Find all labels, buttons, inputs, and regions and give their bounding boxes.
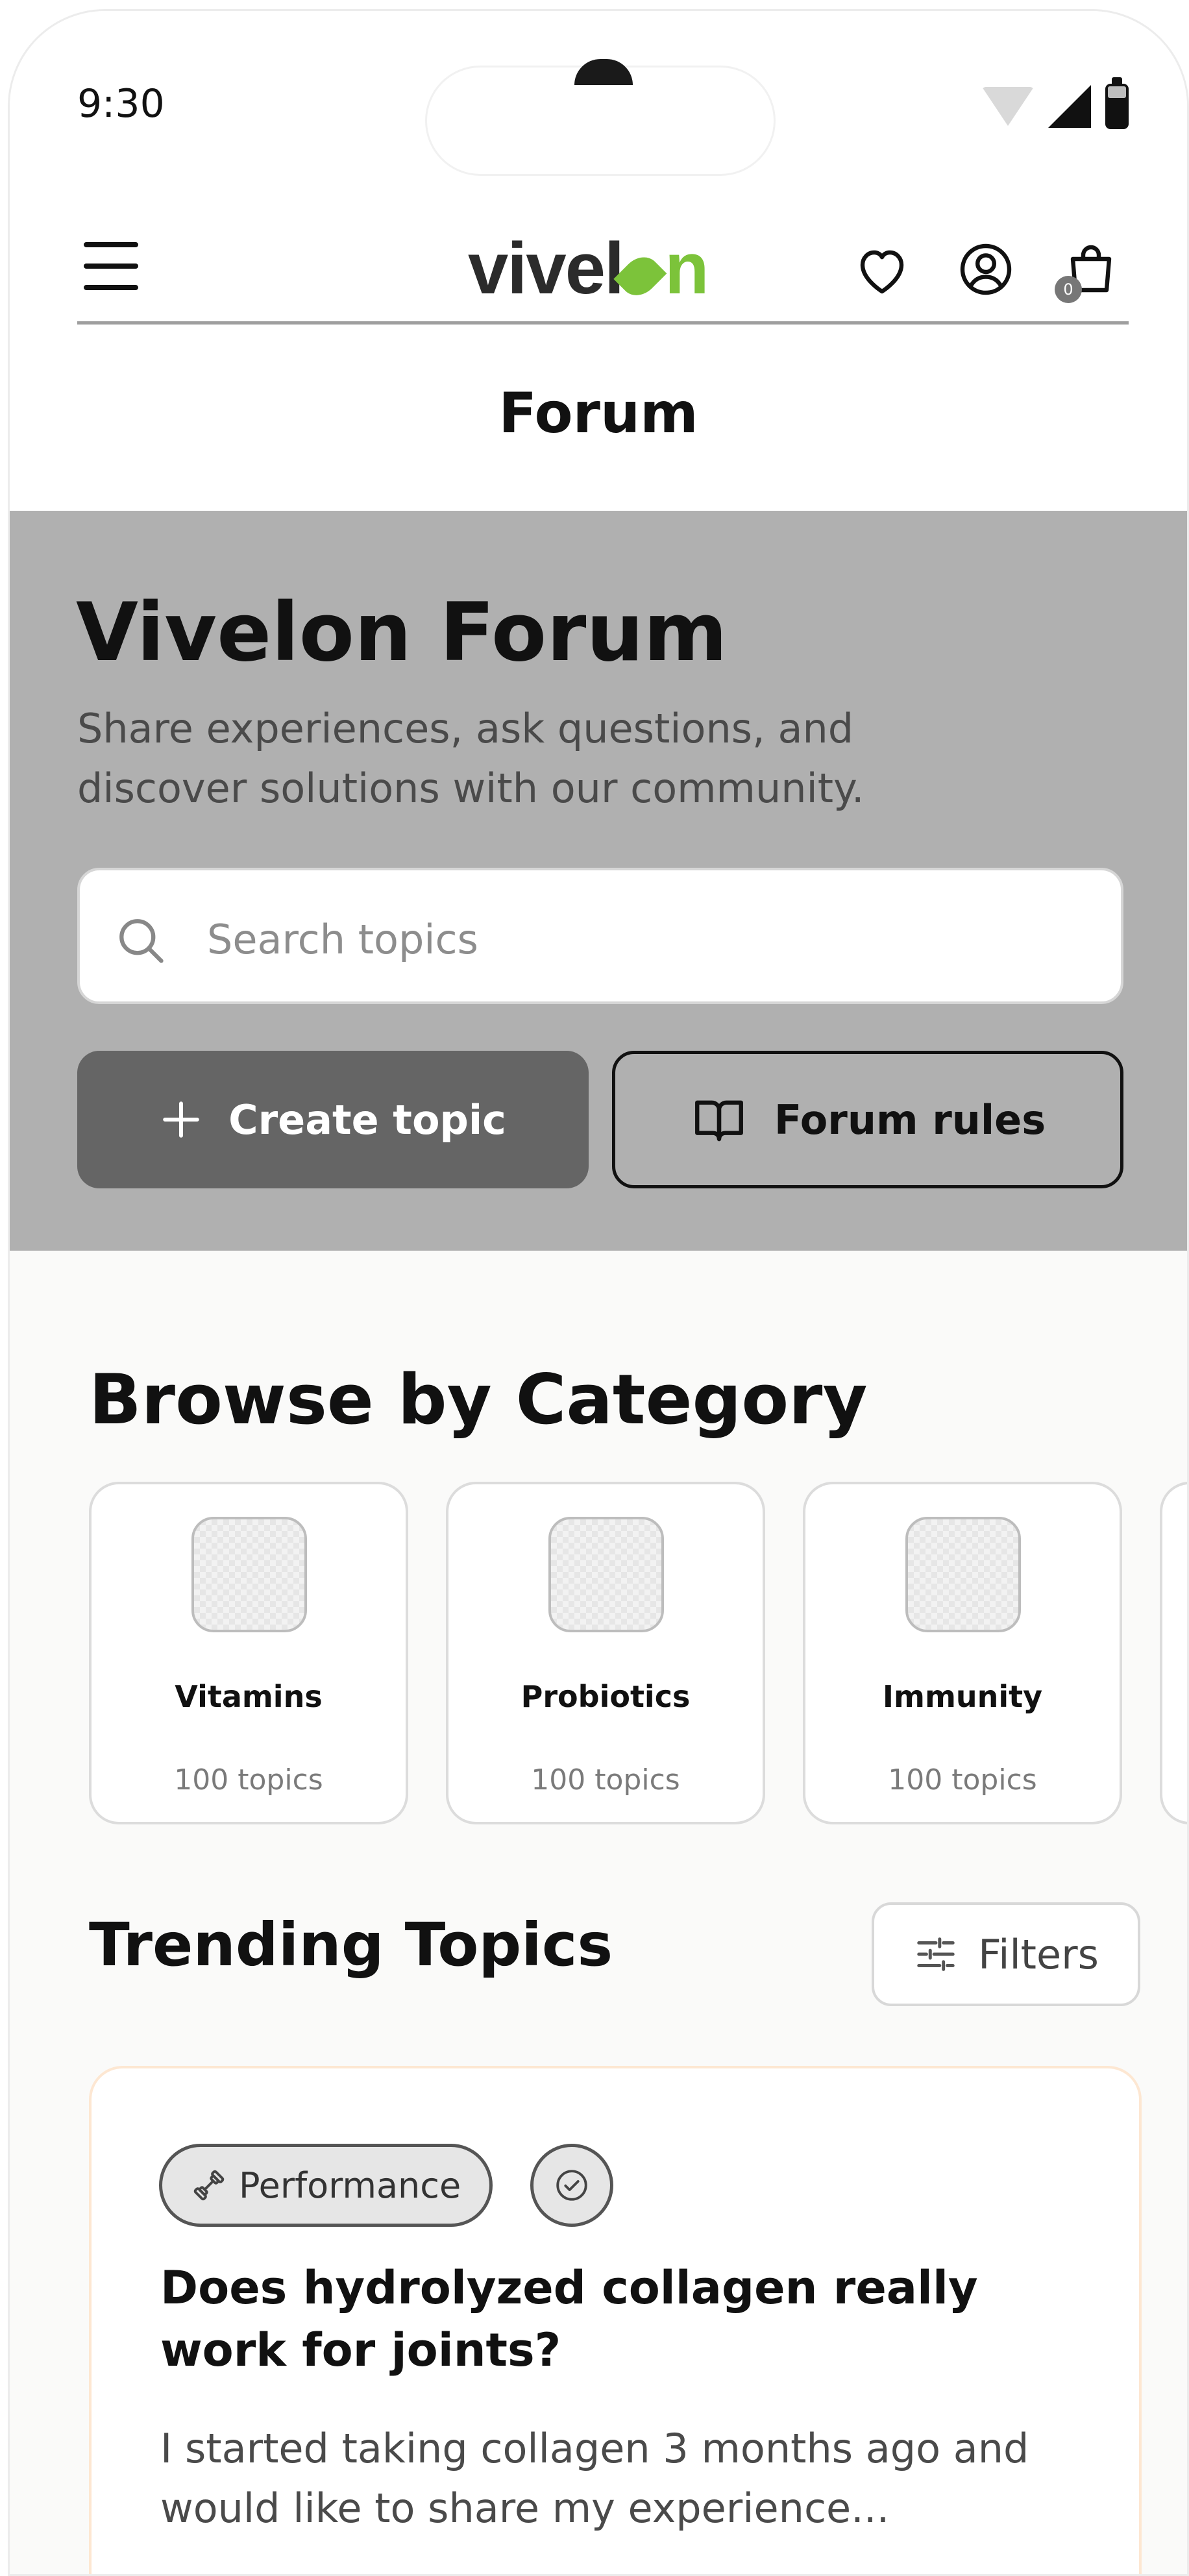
camera-icon	[574, 59, 633, 85]
app-header: 9:30 vivel n 0 Forum	[10, 11, 1187, 511]
image-placeholder-icon	[905, 1517, 1021, 1632]
topic-title[interactable]: Does hydrolyzed collagen really work for…	[160, 2257, 1108, 2381]
search-input[interactable]	[207, 907, 1077, 972]
filters-label: Filters	[978, 1930, 1099, 1978]
forum-hero: Vivelon Forum Share experiences, ask que…	[10, 511, 1187, 1251]
category-carousel[interactable]: Vitamins 100 topics Probiotics 100 topic…	[89, 1482, 1187, 1826]
topic-tag[interactable]: Performance	[159, 2144, 493, 2227]
status-icons	[982, 77, 1129, 129]
signal-icon	[1048, 85, 1091, 128]
trending-heading: Trending Topics	[89, 1910, 613, 1980]
filters-button[interactable]: Filters	[872, 1902, 1140, 2006]
create-topic-button[interactable]: Create topic	[77, 1051, 589, 1188]
image-placeholder-icon	[191, 1517, 307, 1632]
page-title: Forum	[498, 381, 698, 446]
header-divider	[77, 321, 1129, 325]
category-count: 100 topics	[531, 1763, 680, 1797]
hero-title: Vivelon Forum	[76, 586, 728, 680]
forum-rules-label: Forum rules	[774, 1096, 1046, 1144]
create-topic-label: Create topic	[228, 1096, 506, 1144]
category-name: Immunity	[882, 1679, 1043, 1714]
category-card-probiotics[interactable]: Probiotics 100 topics	[446, 1482, 765, 1824]
category-card-immunity[interactable]: Immunity 100 topics	[803, 1482, 1122, 1824]
heart-icon[interactable]	[851, 238, 913, 301]
topic-card[interactable]: Performance Does hydrolyzed collagen rea…	[89, 2066, 1142, 2574]
wifi-icon	[982, 87, 1034, 126]
forum-rules-button[interactable]: Forum rules	[612, 1051, 1123, 1188]
category-count: 100 topics	[174, 1763, 323, 1797]
menu-icon[interactable]	[84, 242, 138, 290]
dumbbell-icon	[193, 2170, 225, 2201]
category-card-partial[interactable]	[1160, 1482, 1187, 1824]
topic-excerpt: I started taking collagen 3 months ago a…	[160, 2425, 1029, 2532]
check-circle-icon	[530, 2144, 613, 2227]
account-icon[interactable]	[955, 238, 1017, 301]
search-box[interactable]	[77, 868, 1123, 1004]
plus-icon	[163, 1101, 199, 1138]
sliders-icon	[917, 1937, 955, 1971]
categories-heading: Browse by Category	[89, 1360, 868, 1440]
topic-tag-label: Performance	[239, 2165, 461, 2206]
cart-count-badge: 0	[1055, 276, 1082, 303]
category-card-vitamins[interactable]: Vitamins 100 topics	[89, 1482, 408, 1824]
book-icon	[694, 1100, 743, 1142]
hero-subtitle: Share experiences, ask questions, and di…	[77, 705, 864, 812]
status-time: 9:30	[77, 81, 165, 127]
battery-icon	[1105, 77, 1129, 129]
search-icon	[119, 919, 164, 963]
phone-frame: 9:30 vivel n 0 Forum Vivelon Forum Share …	[8, 9, 1189, 2576]
brand-logo[interactable]: vivel n	[468, 227, 709, 310]
category-count: 100 topics	[888, 1763, 1037, 1797]
category-name: Probiotics	[521, 1679, 691, 1714]
image-placeholder-icon	[548, 1517, 664, 1632]
category-name: Vitamins	[175, 1679, 323, 1714]
